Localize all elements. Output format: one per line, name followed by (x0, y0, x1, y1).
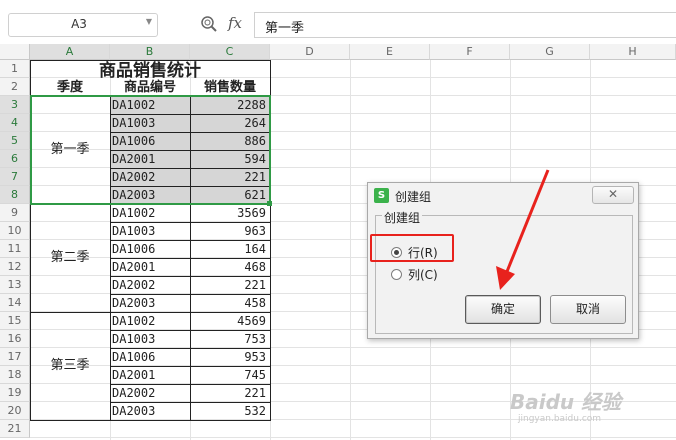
annotation-arrow (496, 169, 550, 290)
watermark-url: jingyan.baidu.com (518, 414, 602, 424)
watermark: Baidu 经验 (510, 390, 622, 414)
